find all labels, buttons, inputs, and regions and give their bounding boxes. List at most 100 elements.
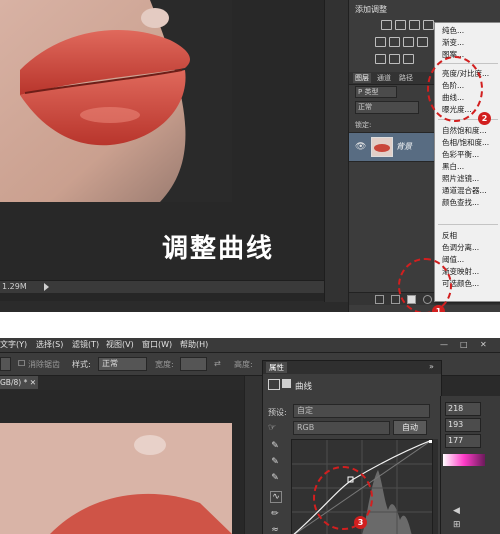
menu-item-invert[interactable]: 反相 [442,231,457,241]
menu-item-threshold[interactable]: 阈值... [442,255,464,265]
target-adjust-hand-icon[interactable]: ☞ [268,423,276,433]
vibrance-icon[interactable] [375,37,386,47]
annotation-circle-adjustment-button [398,258,452,312]
color-value-r[interactable]: 218 [445,402,481,416]
grid-icon[interactable]: ⊞ [453,520,461,530]
blend-mode-select[interactable]: 正常 [355,101,419,114]
menu-item-vibrance[interactable]: 自然饱和度... [442,126,487,136]
width-field[interactable] [180,357,207,371]
color-panel: 218 193 177 ◀ ⊞ [440,396,500,534]
lips-photo [0,0,232,202]
menu-item-posterize[interactable]: 色调分离... [442,243,479,253]
menu-item-gradient[interactable]: 渐变... [442,38,464,48]
menu-view[interactable]: 视图(V) [106,340,134,350]
width-label: 宽度: [155,360,174,369]
status-menu-arrow-icon[interactable] [44,283,49,291]
color-ramp[interactable] [443,454,485,466]
menu-item-hue-saturation[interactable]: 色相/饱和度... [442,138,489,148]
annotation-badge-1: 1 [432,305,445,312]
horizontal-scrollbar[interactable] [0,293,345,301]
lips-image [0,0,232,202]
annotation-badge-2: 2 [478,112,491,125]
color-value-g[interactable]: 193 [445,418,481,432]
bottom-screenshot: 文字(Y) 选择(S) 滤镜(T) 视图(V) 窗口(W) 帮助(H) — □ … [0,338,500,534]
curve-point-tool-icon[interactable]: ∿ [270,491,282,503]
menu-item-color-lookup[interactable]: 颜色查找... [442,198,479,208]
curves-tools: ✎ ✎ ✎ ∿ ✏ ≈ [267,441,285,534]
top-screenshot: 调整曲线 1.29M 添加调整 图层 通道 路径 P 类型 正常 锁定: 👁 背… [0,0,500,312]
hue-saturation-icon[interactable] [389,37,400,47]
status-bar: 1.29M [0,280,345,293]
link-layers-icon[interactable] [375,295,384,304]
fx-icon[interactable] [391,295,400,304]
invert-icon[interactable] [375,54,386,64]
feather-field[interactable] [0,357,11,371]
lips-image [0,423,232,534]
style-label: 样式: [72,360,91,369]
layer-name[interactable]: 背景 [396,141,412,152]
height-label: 高度: [234,360,253,369]
black-eyedropper-icon[interactable]: ✎ [270,441,280,451]
menu-item-photo-filter[interactable]: 照片滤镜... [442,174,479,184]
annotation-badge-3: 3 [354,516,367,529]
menu-select[interactable]: 选择(S) [36,340,63,350]
menu-type[interactable]: 文字(Y) [0,340,27,350]
menu-item-channel-mixer[interactable]: 通道混合器... [442,186,487,196]
window-controls: — □ ✕ [428,338,500,352]
auto-button[interactable]: 自动 [393,420,427,435]
preset-label: 预设: [268,408,287,417]
caption-text: 调整曲线 [162,234,275,264]
adjustments-panel-title: 添加调整 [355,5,387,14]
panel-title: 曲线 [295,382,313,392]
channel-select[interactable]: RGB [293,421,390,435]
menu-filter[interactable]: 滤镜(T) [72,340,99,350]
menu-help[interactable]: 帮助(H) [180,340,208,350]
panel-collapse-icon[interactable]: » [429,362,434,371]
mask-icon[interactable] [282,379,291,388]
minimize-button[interactable]: — [440,340,448,349]
visibility-eye-icon[interactable]: 👁 [355,142,366,152]
swap-arrow-icon[interactable]: ⇄ [214,359,221,368]
posterize-icon[interactable] [389,54,400,64]
levels-icon[interactable] [395,20,406,30]
antialias-checkbox-icon[interactable]: ☐ [18,359,25,368]
brightness-icon[interactable] [381,20,392,30]
layer-kind-filter[interactable]: P 类型 [355,86,397,98]
threshold-icon[interactable] [403,54,414,64]
gray-eyedropper-icon[interactable]: ✎ [270,457,280,467]
tab-layers[interactable]: 图层 [353,73,371,83]
document-tab[interactable]: GB/8) * ✕ [0,376,38,389]
style-select[interactable]: 正常 [98,357,147,371]
properties-scrollbar[interactable] [433,439,438,534]
antialias-label: 消除锯齿 [28,360,60,369]
layer-thumbnail [371,137,393,157]
white-eyedropper-icon[interactable]: ✎ [270,473,280,483]
lock-label: 锁定: [355,121,372,129]
preset-select[interactable]: 自定 [293,404,430,418]
curve-endpoint[interactable] [429,440,432,443]
smooth-icon[interactable]: ≈ [270,525,280,534]
menu-item-color-balance[interactable]: 色彩平衡... [442,150,479,160]
curves-icon[interactable] [409,20,420,30]
status-doc-size: 1.29M [2,282,27,291]
menu-item-solid-color[interactable]: 纯色... [442,26,464,36]
collapsed-panel-strip [244,376,263,534]
exposure-icon[interactable] [423,20,434,30]
curves-adjustment-icon [268,379,280,390]
color-balance-icon[interactable] [403,37,414,47]
menu-item-black-white[interactable]: 黑白... [442,162,464,172]
close-button[interactable]: ✕ [480,340,487,349]
tab-channels[interactable]: 通道 [377,73,391,83]
menu-window[interactable]: 窗口(W) [142,340,172,350]
tab-paths[interactable]: 路径 [399,73,413,83]
pencil-icon[interactable]: ✏ [270,509,280,519]
annotation-circle-curves [427,56,483,122]
tab-properties[interactable]: 属性 [266,362,287,373]
color-value-b[interactable]: 177 [445,434,481,448]
document-canvas[interactable]: 调整曲线 [0,0,345,292]
properties-header: 曲线 [263,375,441,395]
maximize-button[interactable]: □ [460,340,468,349]
play-arrow-icon[interactable]: ◀ [453,506,460,516]
lips-photo [0,423,232,534]
black-white-icon[interactable] [417,37,428,47]
